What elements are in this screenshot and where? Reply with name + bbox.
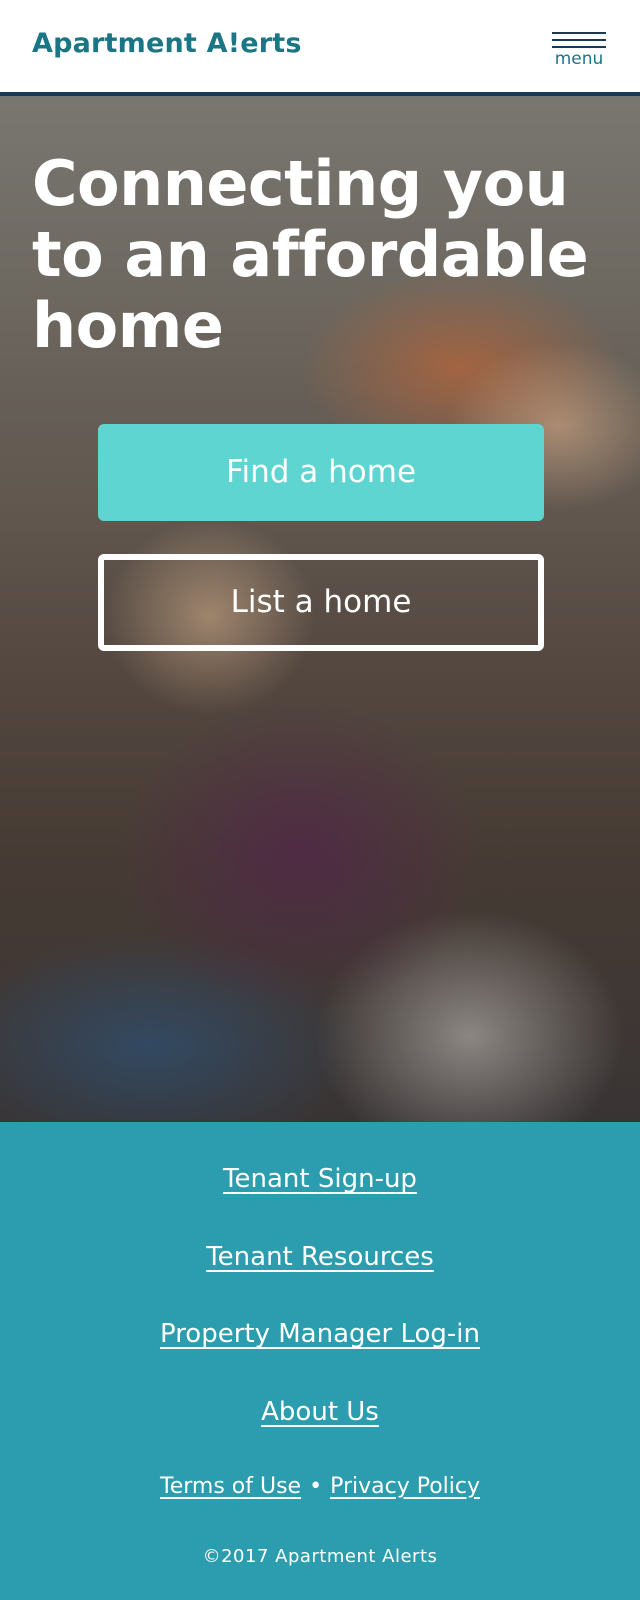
tenant-resources-link[interactable]: Tenant Resources <box>0 1242 640 1272</box>
find-home-button[interactable]: Find a home <box>98 424 544 521</box>
terms-of-use-link[interactable]: Terms of Use <box>160 1474 301 1499</box>
site-logo[interactable]: Apartment A!erts <box>32 28 302 59</box>
tenant-signup-link[interactable]: Tenant Sign-up <box>0 1164 640 1194</box>
property-manager-login-link[interactable]: Property Manager Log-in <box>0 1319 640 1349</box>
about-us-link[interactable]: About Us <box>0 1397 640 1427</box>
legal-links: Terms of Use • Privacy Policy <box>0 1474 640 1499</box>
hero-title: Connecting you to an affordable home <box>32 147 589 362</box>
site-header: Apartment A!erts menu <box>0 0 640 96</box>
copyright-text: ©2017 Apartment Alerts <box>202 1546 438 1567</box>
list-home-button[interactable]: List a home <box>98 554 544 651</box>
hero-section: Connecting you to an affordable home Fin… <box>0 96 640 1122</box>
privacy-policy-link[interactable]: Privacy Policy <box>330 1474 480 1499</box>
menu-button[interactable]: menu <box>550 30 608 72</box>
hamburger-icon <box>552 30 606 50</box>
menu-label: menu <box>554 49 604 69</box>
legal-separator: • <box>309 1474 323 1499</box>
site-footer: Tenant Sign-up Tenant Resources Property… <box>0 1122 640 1600</box>
